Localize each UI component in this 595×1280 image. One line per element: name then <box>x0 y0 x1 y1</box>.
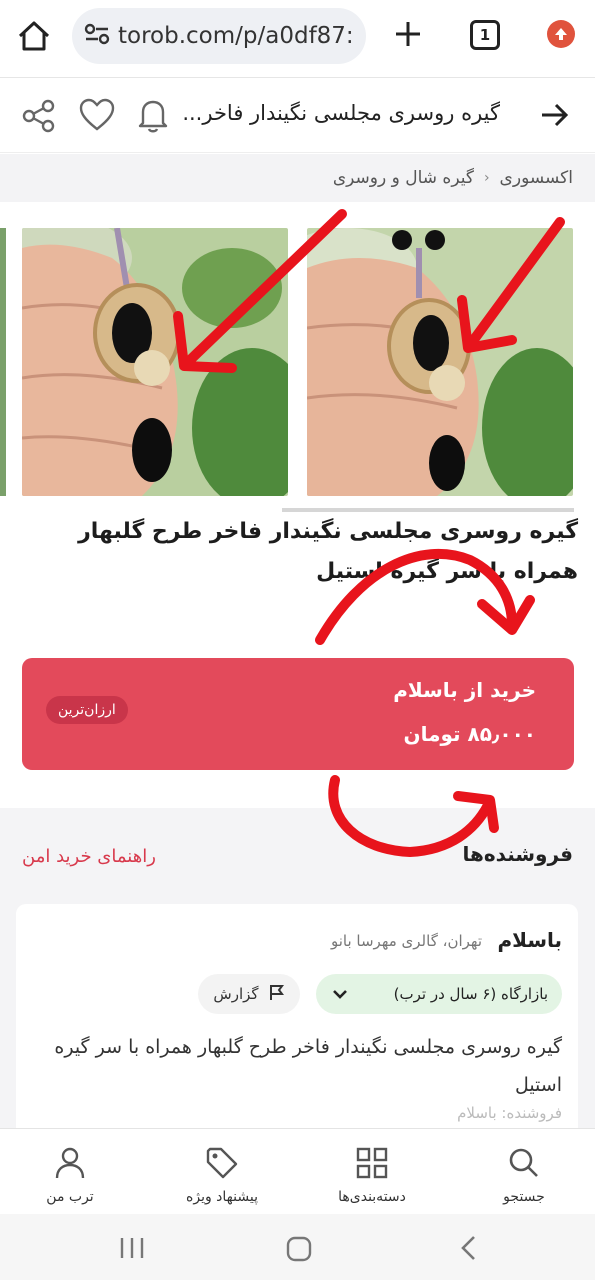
safe-purchase-guide-link[interactable]: راهنمای خرید امن <box>22 846 156 867</box>
annotation-arrowhead <box>477 595 535 635</box>
update-icon[interactable] <box>547 20 575 48</box>
new-tab-icon[interactable] <box>388 14 428 54</box>
sellers-title: فروشنده‌ها <box>462 842 573 866</box>
nav-item-special-offer[interactable]: پیشنهاد ویژه <box>162 1139 282 1211</box>
chevron-left-icon: ‹ <box>483 170 490 186</box>
user-icon <box>55 1147 85 1179</box>
seller-product-description: گیره روسری مجلسی نگیندار فاخر طرح گلبهار… <box>54 1036 562 1096</box>
tag-icon <box>206 1147 238 1179</box>
buy-store-label: خرید از باسلام <box>393 678 536 702</box>
grid-icon <box>356 1147 388 1179</box>
product-title: گیره روسری مجلسی نگیندار فاخر طرح گلبهار… <box>78 519 578 584</box>
breadcrumb-item[interactable]: اکسسوری <box>500 168 573 188</box>
url-text[interactable]: torob.com/p/a0df87: <box>118 23 354 49</box>
nav-label: ترب من <box>46 1189 94 1205</box>
marketplace-badge-label: بازارگاه (۶ سال در ترب) <box>393 985 548 1003</box>
system-back-icon[interactable] <box>458 1234 480 1266</box>
nav-item-search[interactable]: جستجو <box>464 1139 584 1211</box>
recent-apps-icon[interactable] <box>118 1236 146 1264</box>
bottom-navigation: جستجو دسته‌بندی‌ها پیشنهاد ویژه ترب من <box>0 1128 595 1214</box>
product-image[interactable] <box>22 228 288 496</box>
home-icon[interactable] <box>14 16 54 56</box>
seller-name: باسلام <box>497 928 562 952</box>
seller-location: تهران، گالری مهرسا بانو <box>330 932 482 950</box>
product-gallery[interactable] <box>0 202 595 512</box>
browser-toolbar: torob.com/p/a0df87: 1 <box>0 0 595 78</box>
buy-button[interactable]: خرید از باسلام ۸۵٫۰۰۰ تومان ارزان‌ترین <box>22 658 574 770</box>
share-icon[interactable] <box>20 97 58 139</box>
breadcrumb: اکسسوری ‹ گیره شال و روسری <box>0 154 595 202</box>
heart-icon[interactable] <box>78 97 116 137</box>
seller-card[interactable]: باسلام تهران، گالری مهرسا بانو بازارگاه … <box>16 904 578 1144</box>
price: ۸۵٫۰۰۰ تومان <box>403 722 537 746</box>
site-settings-icon[interactable] <box>84 23 110 49</box>
sellers-section: فروشنده‌ها راهنمای خرید امن باسلام تهران… <box>0 808 595 1144</box>
marketplace-badge[interactable]: بازارگاه (۶ سال در ترب) <box>316 974 562 1014</box>
back-arrow-icon[interactable] <box>538 99 570 135</box>
system-navigation-bar <box>0 1214 595 1280</box>
nav-label: دسته‌بندی‌ها <box>338 1189 406 1205</box>
nav-label: جستجو <box>503 1189 545 1205</box>
breadcrumb-item[interactable]: گیره شال و روسری <box>333 168 474 188</box>
report-button[interactable]: گزارش <box>198 974 300 1014</box>
home-button-icon[interactable] <box>286 1236 312 1266</box>
chevron-down-icon[interactable] <box>330 984 350 1008</box>
nav-item-my-torob[interactable]: ترب من <box>10 1139 130 1211</box>
gallery-next-image-edge <box>0 228 6 496</box>
header-title: گیره روسری مجلسی نگیندار فاخر... <box>182 101 500 125</box>
url-bar[interactable]: torob.com/p/a0df87: <box>72 8 366 64</box>
product-image[interactable] <box>307 228 573 496</box>
bell-icon[interactable] <box>136 96 170 138</box>
report-label: گزارش <box>213 985 259 1003</box>
nav-item-categories[interactable]: دسته‌بندی‌ها <box>312 1139 432 1211</box>
search-icon <box>509 1148 538 1177</box>
flag-icon <box>267 983 285 1005</box>
product-header: گیره روسری مجلسی نگیندار فاخر... <box>0 79 595 153</box>
tab-switcher-button[interactable]: 1 <box>470 20 500 50</box>
nav-label: پیشنهاد ویژه <box>186 1189 258 1205</box>
seller-extra-line: فروشنده: باسلام <box>457 1104 562 1122</box>
cheapest-badge: ارزان‌ترین <box>46 696 128 724</box>
